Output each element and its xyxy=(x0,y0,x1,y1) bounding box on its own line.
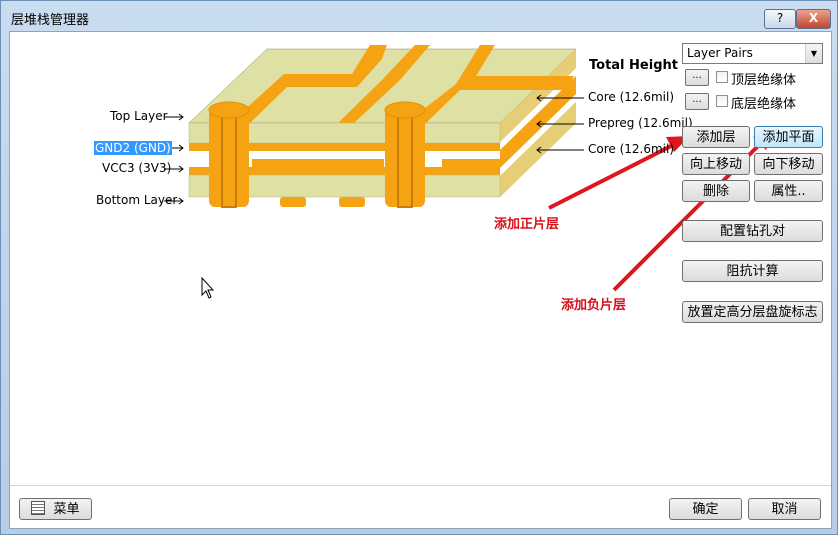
label-vcc3[interactable]: VCC3 (3V3) xyxy=(102,161,171,175)
properties-button[interactable]: 属性.. xyxy=(754,180,823,202)
close-button[interactable]: X xyxy=(796,9,831,29)
label-core-1: Core (12.6mil) xyxy=(588,90,675,104)
place-legend-button[interactable]: 放置定高分层盘旋标志 xyxy=(682,301,823,323)
mouse-cursor-icon xyxy=(201,276,215,299)
title-bar: 层堆栈管理器 ? X xyxy=(1,1,837,31)
top-insulation-label: 顶层绝缘体 xyxy=(731,73,797,88)
footer-divider xyxy=(10,485,831,486)
label-core-2: Core (12.6mil) xyxy=(588,142,675,156)
cancel-button[interactable]: 取消 xyxy=(748,498,821,520)
add-layer-button[interactable]: 添加层 xyxy=(682,126,750,148)
menu-button[interactable]: 菜单 xyxy=(19,498,92,520)
help-button[interactable]: ? xyxy=(764,9,796,29)
bottom-insulation-label: 底层绝缘体 xyxy=(731,97,797,112)
label-prepreg: Prepreg (12.6mil) xyxy=(588,116,693,130)
bottom-insulation-checkbox[interactable] xyxy=(716,95,728,107)
configure-drill-pairs-button[interactable]: 配置钻孔对 xyxy=(682,220,823,242)
chevron-down-icon[interactable]: ▼ xyxy=(805,44,822,63)
impedance-calc-button[interactable]: 阻抗计算 xyxy=(682,260,823,282)
label-top-layer[interactable]: Top Layer xyxy=(110,109,168,123)
window-title: 层堆栈管理器 xyxy=(11,13,90,28)
move-down-button[interactable]: 向下移动 xyxy=(754,153,823,175)
dialog-body: Top Layer GND2 (GND) VCC3 (3V3) Bottom L… xyxy=(9,31,832,529)
layer-pairs-dropdown[interactable]: Layer Pairs ▼ xyxy=(682,43,823,64)
annotation-negative-layer: 添加负片层 xyxy=(561,298,627,313)
bottom-insulation-dots-button[interactable]: ... xyxy=(685,93,709,110)
top-insulation-checkbox[interactable] xyxy=(716,71,728,83)
total-height-label: Total Height ( xyxy=(589,58,681,73)
layer-pairs-value: Layer Pairs xyxy=(687,46,753,60)
menu-label: 菜单 xyxy=(53,502,80,517)
layer-stack-manager-window: 层堆栈管理器 ? X Top Layer GND2 (GND) VCC3 (3V… xyxy=(0,0,838,535)
move-up-button[interactable]: 向上移动 xyxy=(682,153,750,175)
top-insulation-dots-button[interactable]: ... xyxy=(685,69,709,86)
ok-button[interactable]: 确定 xyxy=(669,498,742,520)
menu-icon xyxy=(31,501,46,515)
add-plane-button[interactable]: 添加平面 xyxy=(754,126,823,148)
label-gnd2[interactable]: GND2 (GND) xyxy=(94,141,172,155)
label-bottom-layer[interactable]: Bottom Layer xyxy=(96,193,177,207)
annotation-positive-layer: 添加正片层 xyxy=(494,217,560,232)
delete-button[interactable]: 删除 xyxy=(682,180,750,202)
